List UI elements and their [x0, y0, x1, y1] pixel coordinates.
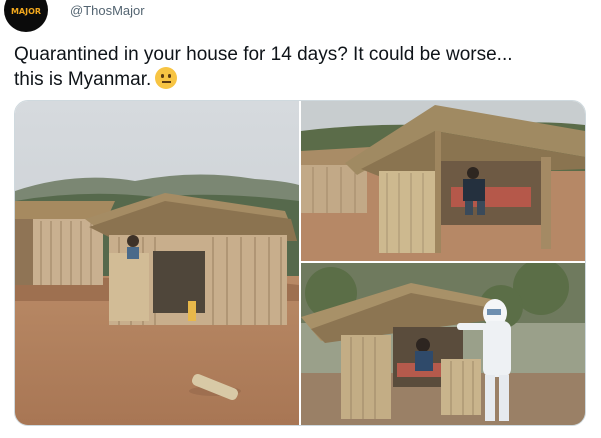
neutral-face-icon — [155, 67, 178, 89]
photo-man-in-hut[interactable] — [301, 101, 585, 261]
avatar-logo-text: MAJOR — [10, 7, 42, 16]
tweet-text-line-2-text: this is Myanmar. — [14, 69, 152, 90]
tweet-text-line-2: this is Myanmar. — [14, 67, 584, 92]
tweet-text: Quarantined in your house for 14 days? I… — [14, 42, 584, 92]
media-grid — [14, 100, 586, 426]
user-handle[interactable]: @ThosMajor — [70, 3, 145, 18]
tweet-text-line-1: Quarantined in your house for 14 days? I… — [14, 44, 513, 65]
avatar[interactable]: MAJOR — [4, 0, 48, 32]
photo-health-worker[interactable] — [301, 263, 585, 425]
photo-left-huts[interactable] — [15, 101, 299, 425]
tweet-card: MAJOR @ThosMajor Quarantined in your hou… — [0, 0, 601, 438]
